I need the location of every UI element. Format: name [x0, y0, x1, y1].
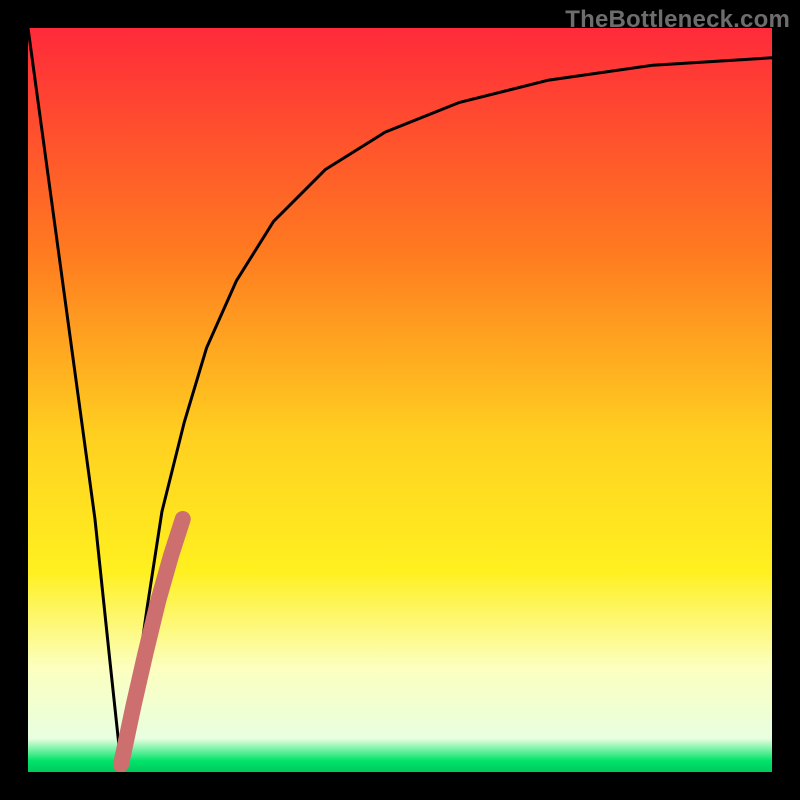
plot-svg — [28, 28, 772, 772]
chart-frame: TheBottleneck.com — [0, 0, 800, 800]
watermark-text: TheBottleneck.com — [565, 6, 790, 34]
plot-area — [28, 28, 772, 772]
